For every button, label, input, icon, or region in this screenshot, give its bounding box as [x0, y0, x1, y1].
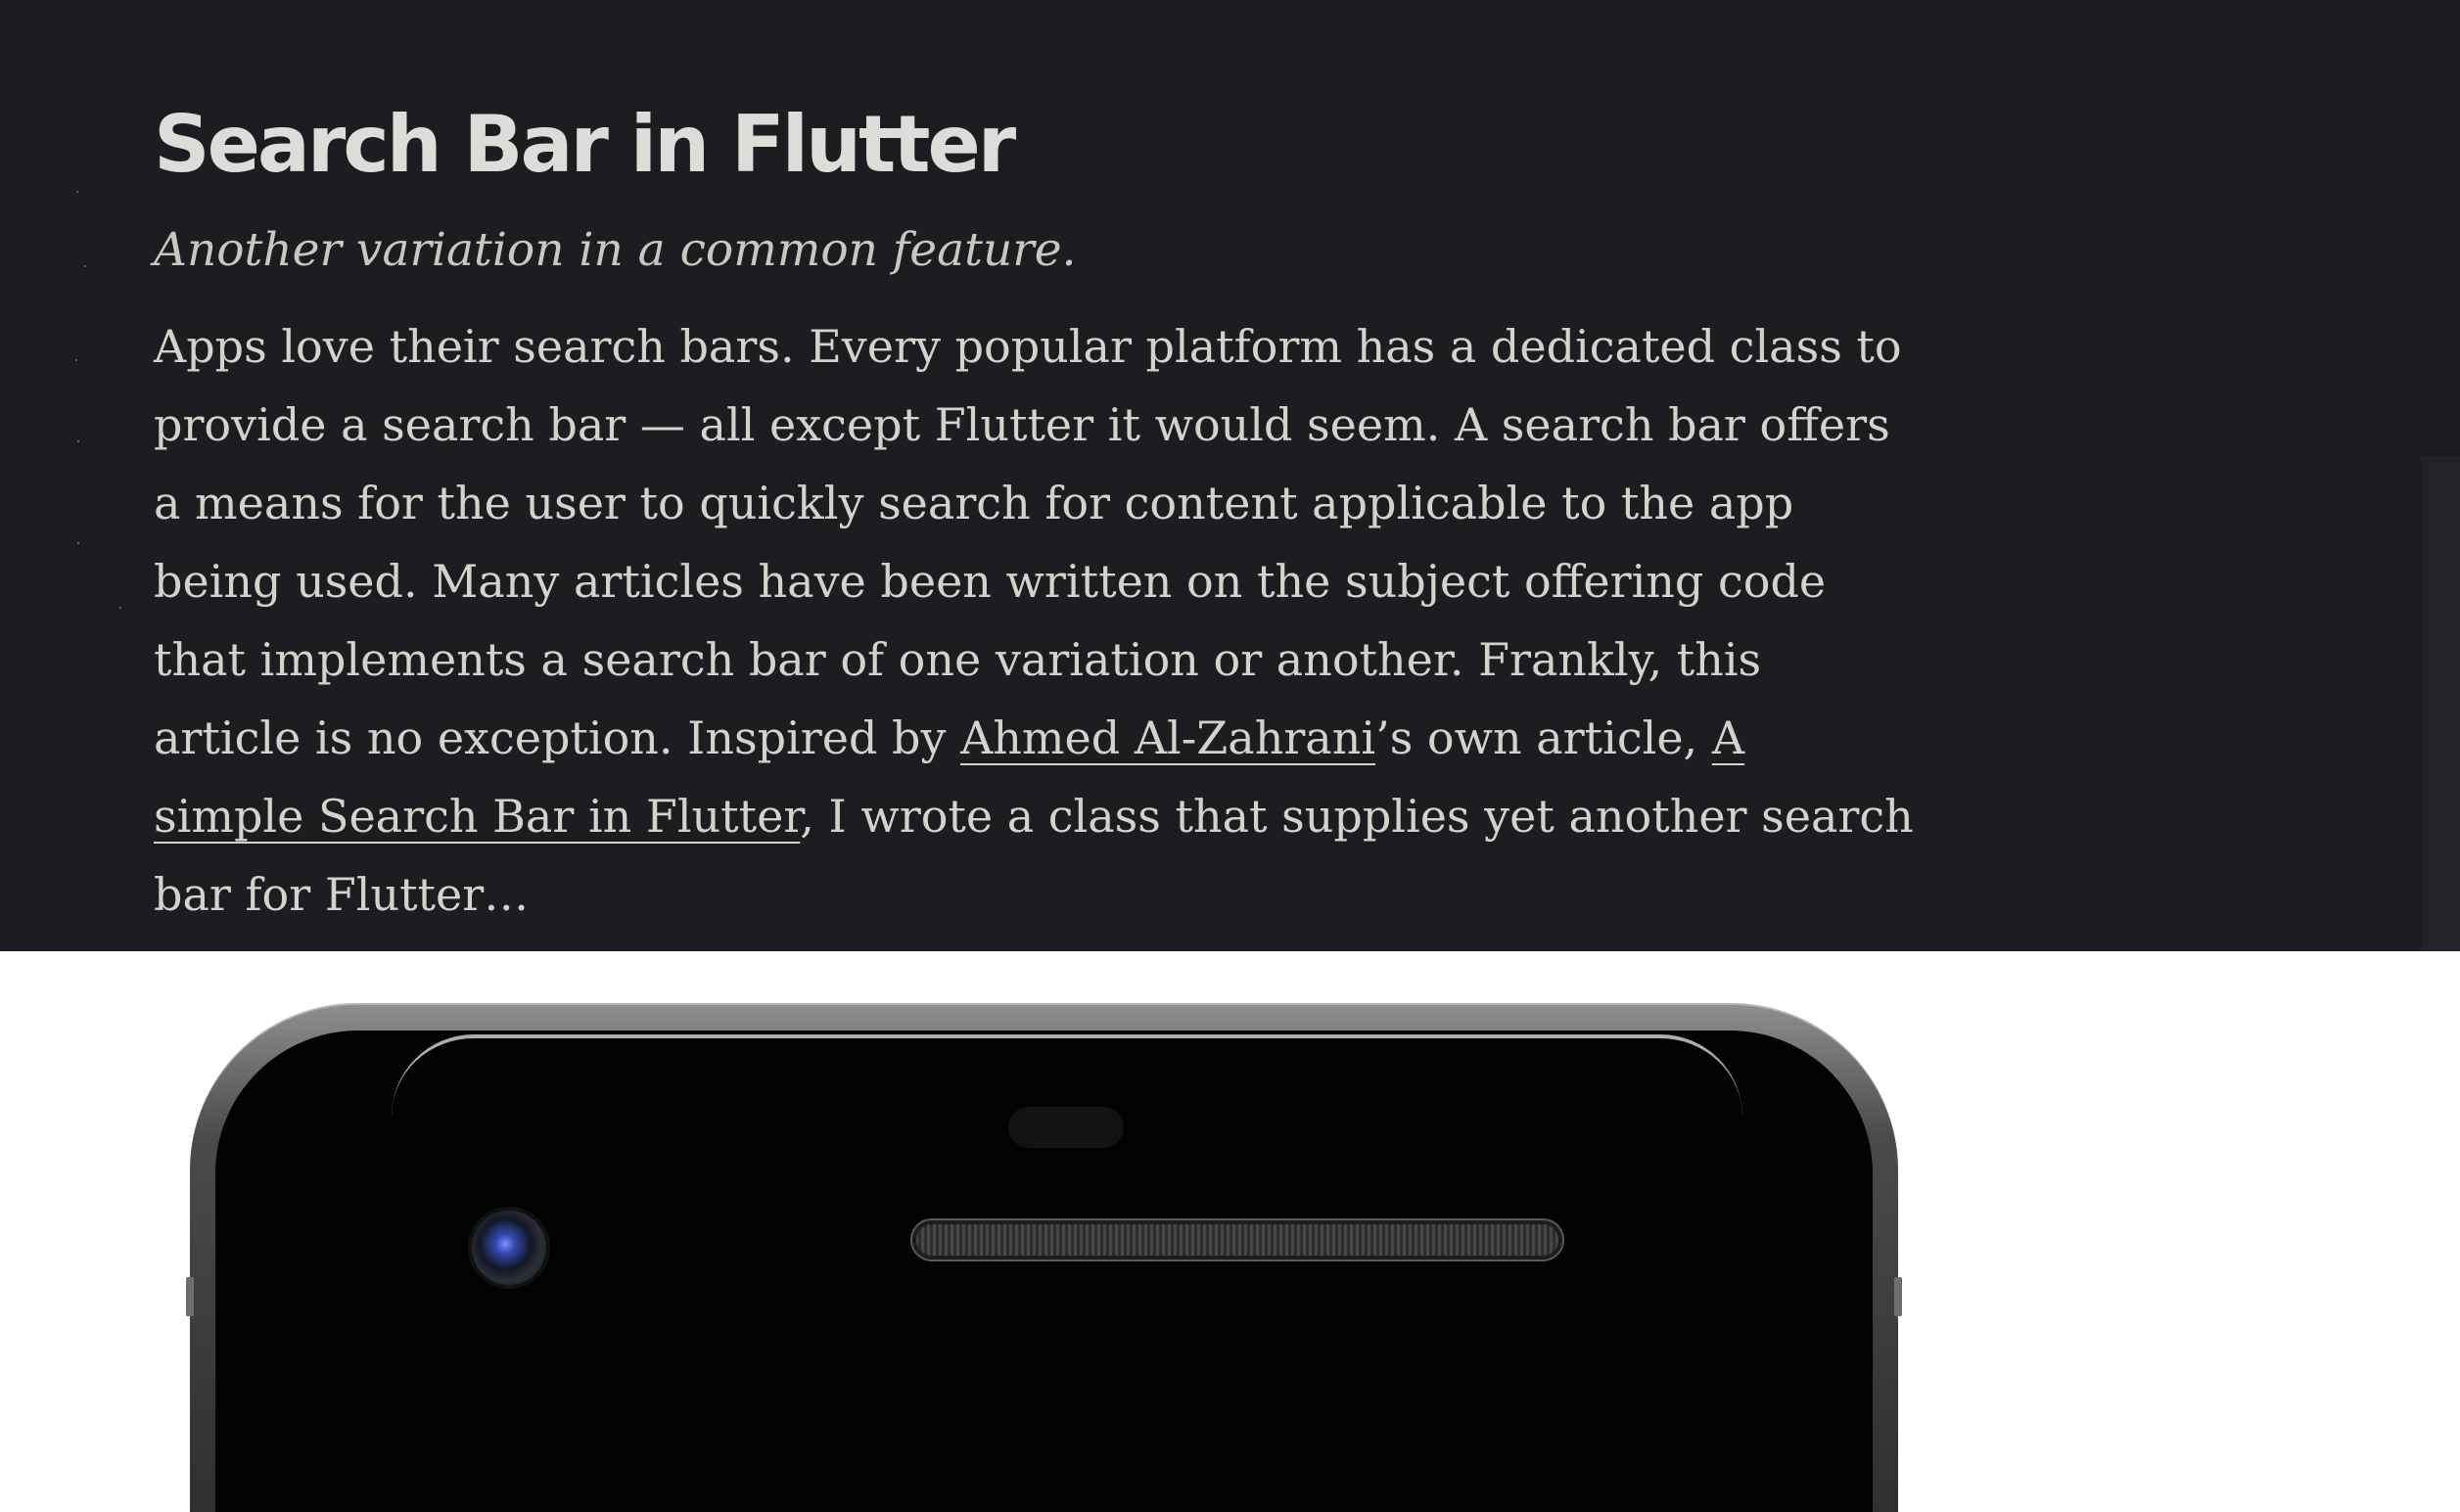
gutter-mark [119, 607, 121, 609]
phone-frame [186, 1003, 1902, 1512]
gutter-mark [75, 359, 77, 361]
article-content: Search Bar in Flutter Another variation … [154, 90, 1914, 934]
excerpt-line-6-prefix: article is no exception. Inspired by [154, 711, 961, 764]
phone-screen-glare [392, 1034, 1742, 1117]
top-sensor-icon [1008, 1107, 1124, 1148]
gutter-mark [84, 265, 86, 267]
excerpt-line-8: bar for Flutter… [154, 868, 530, 921]
excerpt-line-7: simple Search Bar in Flutter, I wrote a … [154, 777, 1914, 855]
right-scrollbar-track[interactable] [2421, 456, 2460, 951]
article-title: Search Bar in Flutter [154, 99, 1016, 190]
excerpt-line-2: provide a search bar — all except Flutte… [154, 398, 1890, 451]
gutter-mark [77, 542, 79, 544]
excerpt-line-3: a means for the user to quickly search f… [154, 477, 1794, 529]
excerpt-line-4: being used. Many articles have been writ… [154, 555, 1827, 608]
left-gutter-marks [72, 191, 135, 617]
phone-right-side-button [1894, 1277, 1902, 1316]
phone-left-side-button [186, 1277, 194, 1316]
phone-screen [215, 1031, 1873, 1512]
author-link[interactable]: Ahmed Al-Zahrani [960, 711, 1375, 764]
referenced-article-link-part-2[interactable]: simple Search Bar in Flutter [154, 790, 800, 843]
excerpt-line-5: that implements a search bar of one vari… [154, 633, 1762, 686]
excerpt-line-6: article is no exception. Inspired by Ahm… [154, 699, 1837, 777]
speaker-icon [912, 1220, 1562, 1260]
camera-icon [472, 1211, 546, 1285]
excerpt-line-7-suffix: , I wrote a class that supplies yet anot… [800, 790, 1914, 843]
referenced-article-link-part-1[interactable]: A [1712, 711, 1744, 764]
article-subtitle: Another variation in a common feature. [154, 223, 1077, 277]
gutter-mark [76, 191, 78, 193]
phone-preview-icon [186, 1003, 1902, 1512]
excerpt-line-1: Apps love their search bars. Every popul… [154, 320, 1902, 373]
article-preview-panel: Search Bar in Flutter Another variation … [0, 0, 2460, 951]
gutter-mark [77, 440, 79, 442]
article-excerpt: Apps love their search bars. Every popul… [154, 307, 1914, 934]
excerpt-line-6-middle: ’s own article, [1375, 711, 1712, 764]
